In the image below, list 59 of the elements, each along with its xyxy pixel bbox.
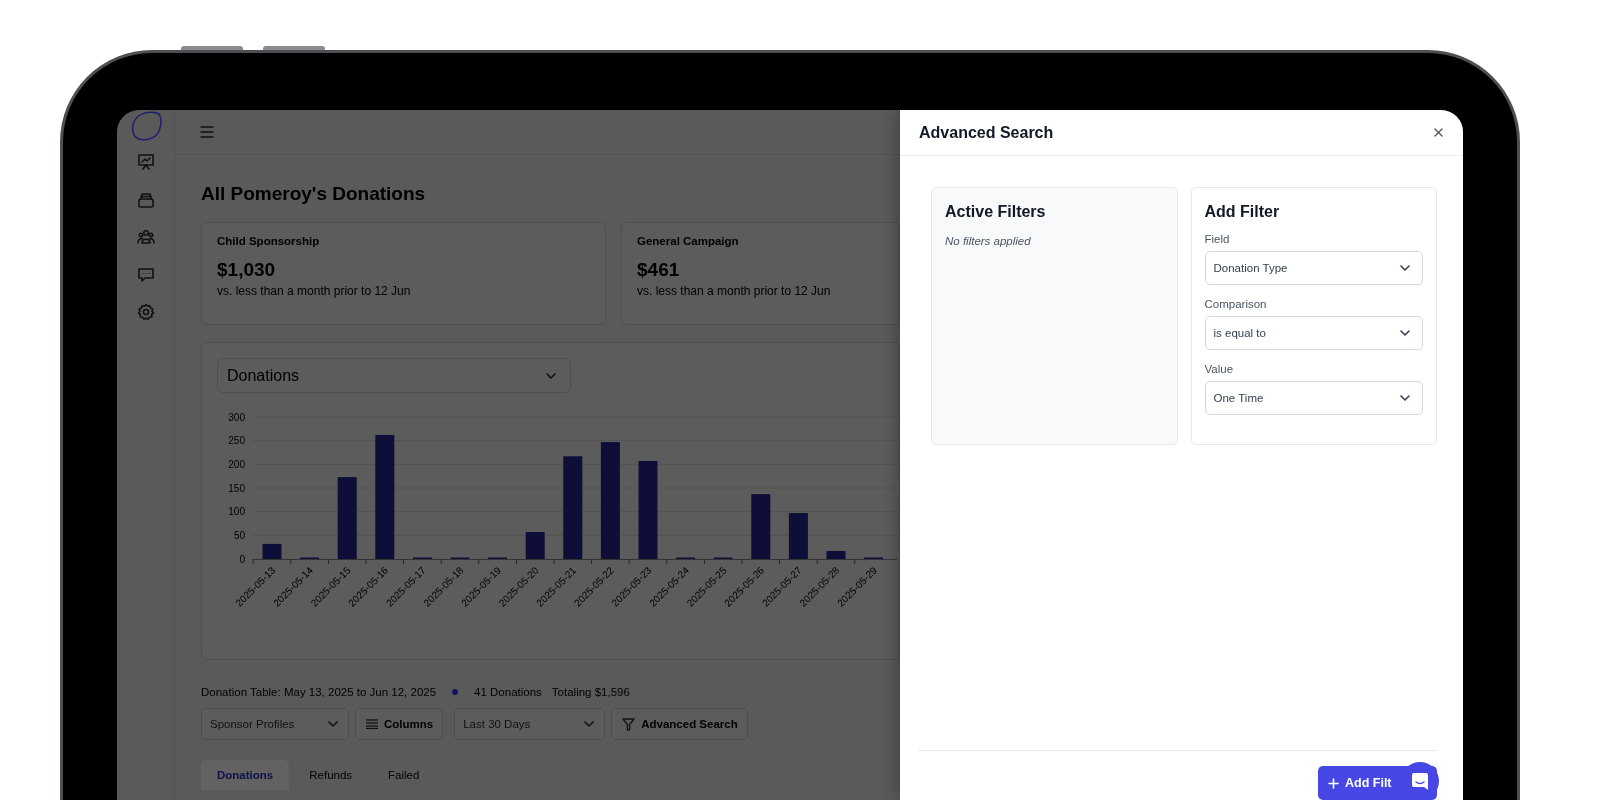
axis-tick-label: 50 (233, 529, 245, 541)
sponsor-profiles-select[interactable]: Sponsor Profiles (201, 708, 349, 740)
field-label: Value (1204, 362, 1235, 376)
field-select[interactable]: Donation Type (1204, 251, 1423, 285)
filter-icon (622, 717, 636, 731)
table-date-range: Donation Table: May 13, 2025 to Jun 12, 2025 (201, 685, 437, 700)
metric-select[interactable]: Donations (217, 358, 571, 393)
panel-title: Add Filter (1204, 202, 1281, 221)
chevron-down-icon (584, 721, 595, 727)
axis-tick-label: 250 (228, 435, 245, 447)
tab[interactable]: Failed (372, 760, 436, 790)
list-icon (366, 719, 378, 729)
page-title: All Pomeroy's Donations (201, 183, 427, 205)
card-title: Child Sponsorship (217, 234, 321, 248)
people-icon[interactable] (136, 228, 155, 246)
columns-button[interactable]: Columns (355, 708, 444, 740)
tab[interactable]: Refunds (293, 760, 369, 790)
plus-icon (1328, 777, 1339, 789)
field-label: Comparison (1204, 297, 1268, 311)
chart-bar (826, 550, 846, 559)
axis-tick-label: 150 (228, 482, 245, 494)
card-amount: $461 (637, 259, 681, 281)
menu-icon[interactable] (200, 126, 214, 138)
message-icon[interactable] (136, 265, 155, 284)
donation-total: Totaling $1,596 (551, 685, 630, 700)
chart-bar (751, 494, 771, 559)
card-amount: $1,030 (217, 259, 277, 281)
chevron-down-icon (328, 721, 338, 727)
chart-bar (262, 543, 282, 559)
axis-tick-label: 200 (228, 458, 245, 470)
chat-icon (1412, 772, 1428, 790)
donation-count: 41 Donations (474, 685, 542, 700)
close-icon (1434, 128, 1443, 137)
card-comparison: vs. less than a month prior to 12 Jun (637, 284, 832, 298)
card-title: General Campaign (637, 234, 740, 248)
comparison-select[interactable]: is equal to (1204, 316, 1423, 350)
value-select[interactable]: One Time (1204, 381, 1423, 415)
date-range-select[interactable]: Last 30 Days (454, 708, 606, 740)
chevron-down-icon (1400, 395, 1410, 401)
chart-bar (788, 513, 808, 559)
chart-bar (525, 532, 545, 559)
axis-tick-label: 0 (239, 553, 245, 565)
chevron-down-icon (1400, 265, 1410, 271)
field-label: Field (1204, 232, 1231, 246)
axis-tick-label: 300 (228, 411, 245, 423)
close-button[interactable] (1432, 126, 1445, 139)
advanced-search-button[interactable]: Advanced Search (611, 708, 748, 740)
settings-icon[interactable] (136, 303, 155, 321)
presentation-chart-icon[interactable] (136, 153, 155, 171)
chevron-down-icon (546, 372, 556, 379)
chevron-down-icon (1400, 330, 1410, 336)
separator-dot (452, 689, 459, 695)
panel-title: Active Filters (945, 202, 1047, 221)
card-comparison: vs. less than a month prior to 12 Jun (217, 284, 412, 298)
axis-tick-label: 100 (228, 506, 245, 518)
tab[interactable]: Donations (201, 760, 290, 790)
drawer-title: Advanced Search (919, 123, 1054, 142)
tray-icon[interactable] (136, 190, 155, 209)
empty-state-text: No filters applied (945, 235, 1032, 247)
